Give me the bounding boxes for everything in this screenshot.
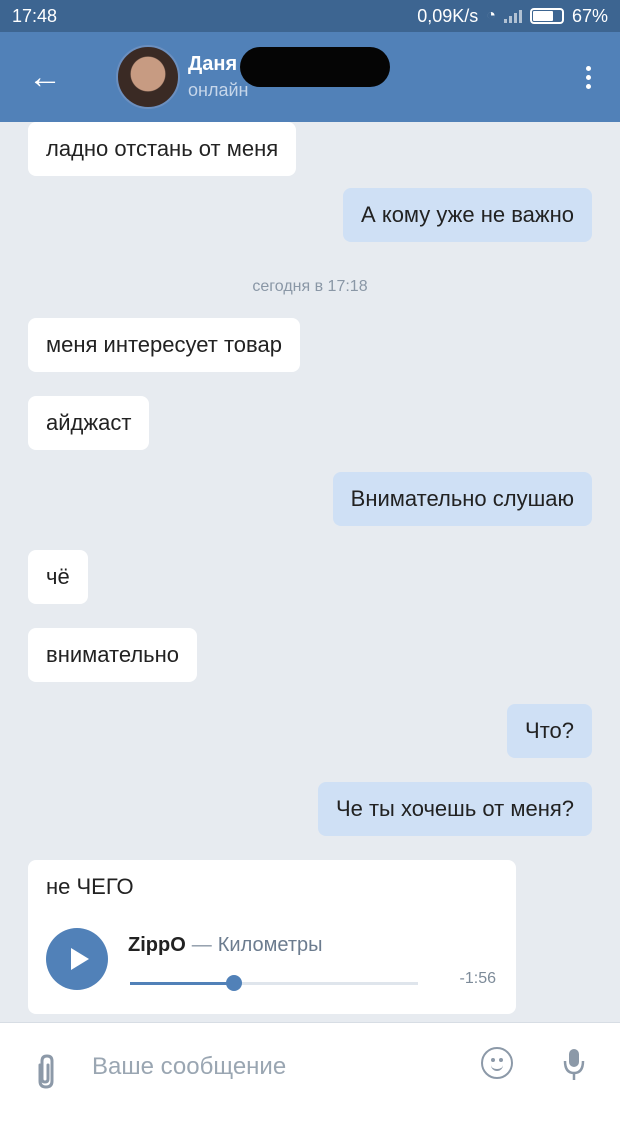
track-title[interactable]: ZippO — Километры bbox=[128, 934, 322, 957]
message-list: ладно отстань от меня А кому уже не важн… bbox=[0, 122, 620, 1022]
message-text: не ЧЕГО bbox=[46, 874, 134, 899]
message-outgoing: Что? bbox=[507, 704, 592, 758]
battery-percent: 67% bbox=[571, 5, 608, 26]
status-bar: 17:48 0,09K/s ◔ 67% bbox=[0, 0, 620, 32]
paperclip-icon[interactable] bbox=[32, 1053, 58, 1091]
message-input[interactable]: Ваше сообщение bbox=[92, 1053, 286, 1081]
message-incoming: меня интересует товар bbox=[28, 318, 300, 372]
track-progress-fill bbox=[130, 982, 234, 985]
smile-icon[interactable] bbox=[481, 1047, 513, 1079]
message-outgoing: А кому уже не важно bbox=[343, 188, 592, 242]
avatar[interactable] bbox=[116, 45, 180, 109]
contact-title[interactable]: Даня онлайн bbox=[188, 47, 390, 101]
network-speed: 0,09K/s bbox=[417, 5, 479, 26]
message-incoming-with-audio: не ЧЕГО ZippO — Километры -1:56 bbox=[28, 860, 516, 1014]
track-time-left: -1:56 bbox=[459, 970, 496, 987]
wifi-icon: ◔ bbox=[486, 7, 496, 24]
microphone-icon[interactable] bbox=[563, 1047, 585, 1083]
message-composer: Ваше сообщение bbox=[0, 1022, 620, 1134]
message-outgoing: Внимательно слушаю bbox=[332, 472, 592, 526]
contact-status: онлайн bbox=[188, 80, 249, 100]
message-incoming: айджаст bbox=[28, 396, 150, 450]
signal-icon bbox=[503, 9, 522, 23]
message-incoming: чё bbox=[28, 550, 88, 604]
track-scrubber-handle[interactable] bbox=[225, 975, 242, 991]
chat-header: ← Даня онлайн bbox=[0, 32, 620, 122]
date-separator: сегодня в 17:18 bbox=[252, 278, 368, 295]
track-artist: ZippO bbox=[128, 934, 186, 956]
play-icon[interactable] bbox=[46, 928, 108, 990]
track-separator: — bbox=[191, 934, 212, 956]
track-name: Километры bbox=[217, 934, 323, 956]
message-incoming: внимательно bbox=[28, 628, 198, 682]
name-redaction bbox=[240, 47, 390, 87]
back-arrow-icon[interactable]: ← bbox=[0, 32, 90, 122]
message-incoming: ладно отстань от меня bbox=[28, 122, 297, 176]
battery-icon bbox=[529, 8, 564, 24]
more-vertical-icon[interactable] bbox=[578, 32, 598, 122]
status-time: 17:48 bbox=[12, 5, 58, 26]
message-outgoing: Че ты хочешь от меня? bbox=[317, 782, 592, 836]
status-indicators: 0,09K/s ◔ 67% bbox=[417, 6, 608, 27]
track-progress-bar[interactable] bbox=[130, 975, 418, 991]
